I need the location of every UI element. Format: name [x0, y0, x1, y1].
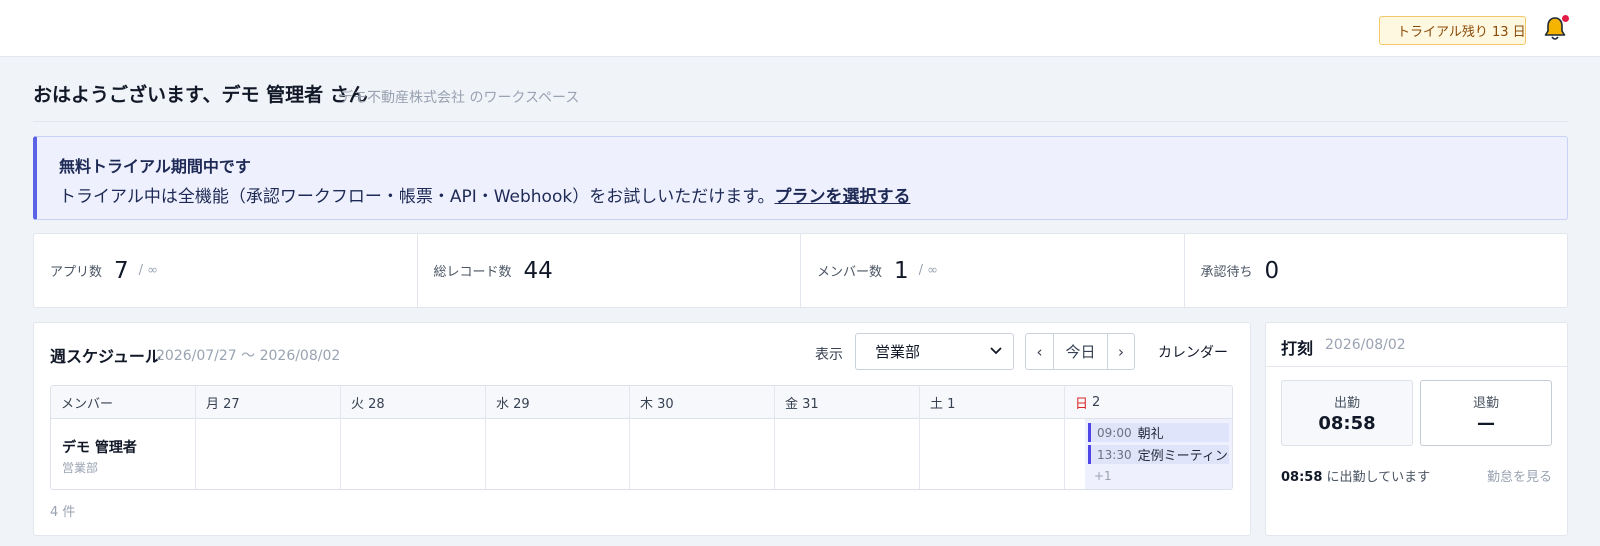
- stat-suffix: / ∞: [138, 263, 158, 278]
- department-select[interactable]: 営業部: [855, 333, 1014, 370]
- clock-out-label: 退勤: [1472, 396, 1499, 411]
- more-events-link[interactable]: +1: [1094, 469, 1112, 483]
- stat-label: アプリ数: [50, 265, 103, 280]
- banner-text: トライアル中は全機能（承認ワークフロー・帳票・API・Webhook）をお試しい…: [59, 182, 911, 207]
- stat-pending-approvals: 承認待ち 0: [1185, 234, 1568, 307]
- event-item[interactable]: 09:00 朝礼: [1088, 423, 1229, 442]
- today-button[interactable]: 今日: [1054, 334, 1108, 369]
- punch-header: 打刻 2026/08/02: [1266, 323, 1567, 367]
- punch-title: 打刻: [1281, 339, 1314, 358]
- header-wed: 水 29: [496, 397, 530, 412]
- punch-status-text: に出勤しています: [1322, 470, 1431, 485]
- trial-badge-label: トライアル残り 13 日: [1397, 25, 1526, 40]
- header-tue: 火 28: [351, 397, 385, 412]
- event-title: 定例ミーティング: [1137, 449, 1229, 464]
- header-thu: 木 30: [640, 397, 674, 412]
- header-fri: 金 31: [785, 397, 819, 412]
- header-sat: 土 1: [930, 397, 956, 412]
- event-time: 13:30: [1097, 447, 1132, 462]
- workspace-name: デモ不動産株式会社 のワークスペース: [339, 90, 580, 106]
- stat-label: 承認待ち: [1200, 265, 1253, 280]
- display-label: 表示: [815, 347, 843, 363]
- view-attendance-link[interactable]: 勤怠を見る: [1487, 466, 1552, 485]
- time-punch-card: 打刻 2026/08/02 出勤 08:58 退勤 — 08:58 に出勤してい…: [1265, 322, 1568, 536]
- clock-in-button[interactable]: 出勤 08:58: [1281, 380, 1413, 446]
- stat-apps: アプリ数 7 / ∞: [34, 234, 418, 307]
- week-nav: ‹ 今日 ›: [1025, 333, 1135, 370]
- weekly-schedule-card: 週スケジュール 2026/07/27 〜 2026/08/02 表示 営業部 ‹…: [33, 322, 1251, 536]
- stats-bar: アプリ数 7 / ∞ 総レコード数 44 メンバー数 1 / ∞ 承認待ち 0: [33, 233, 1568, 308]
- punch-status: 08:58 に出勤しています: [1281, 466, 1430, 485]
- stat-suffix: / ∞: [918, 263, 938, 278]
- stat-value: 1: [894, 257, 909, 284]
- schedule-grid: メンバー 月 27 火 28 水 29 木 30 金 31 土 1 日 2 デモ…: [50, 385, 1233, 490]
- stat-members: メンバー数 1 / ∞: [801, 234, 1185, 307]
- clock-in-label: 出勤: [1333, 396, 1360, 411]
- banner-title: 無料トライアル期間中です: [59, 157, 251, 176]
- notification-dot: [1562, 15, 1569, 22]
- greeting-title: おはようございます、デモ 管理者 さん: [33, 84, 368, 106]
- clock-out-button[interactable]: 退勤 —: [1420, 380, 1552, 446]
- next-week-button[interactable]: ›: [1108, 334, 1134, 369]
- schedule-range: 2026/07/27 〜 2026/08/02: [156, 348, 341, 364]
- trial-badge[interactable]: トライアル残り 13 日: [1379, 16, 1526, 45]
- trial-banner: 無料トライアル期間中です トライアル中は全機能（承認ワークフロー・帳票・API・…: [33, 136, 1568, 220]
- schedule-count: 4 件: [50, 505, 76, 520]
- event-title: 朝礼: [1137, 427, 1164, 442]
- prev-week-button[interactable]: ‹: [1026, 334, 1054, 369]
- sunday-day: 日: [1075, 397, 1089, 412]
- stat-value: 0: [1264, 257, 1280, 284]
- event-item[interactable]: 13:30 定例ミーティング: [1088, 445, 1229, 464]
- stat-value: 44: [523, 257, 553, 284]
- event-time: 09:00: [1097, 425, 1132, 440]
- divider: [33, 121, 1568, 122]
- member-dept: 営業部: [62, 461, 99, 475]
- header-sun: 日 2: [1065, 386, 1100, 419]
- member-name[interactable]: デモ 管理者: [62, 437, 137, 457]
- top-bar: トライアル残り 13 日: [0, 0, 1600, 57]
- clock-out-time: —: [1477, 413, 1495, 434]
- header-mon: 月 27: [206, 397, 240, 412]
- punch-status-time: 08:58: [1281, 470, 1323, 485]
- select-plan-link[interactable]: プランを選択する: [775, 187, 911, 207]
- stat-value: 7: [114, 257, 129, 284]
- chevron-down-icon: [990, 347, 1002, 355]
- calendar-button[interactable]: カレンダー: [1144, 333, 1242, 370]
- punch-date: 2026/08/02: [1325, 337, 1406, 353]
- sunday-date: 2: [1092, 395, 1101, 410]
- header-member: メンバー: [61, 397, 114, 412]
- stat-label: メンバー数: [817, 265, 883, 280]
- clock-in-time: 08:58: [1318, 413, 1376, 434]
- stat-label: 総レコード数: [433, 265, 512, 280]
- schedule-title: 週スケジュール: [50, 347, 161, 366]
- department-select-value: 営業部: [875, 343, 921, 361]
- stat-records: 総レコード数 44: [418, 234, 801, 307]
- banner-body: トライアル中は全機能（承認ワークフロー・帳票・API・Webhook）をお試しい…: [59, 187, 775, 207]
- notification-bell-icon[interactable]: [1543, 15, 1569, 42]
